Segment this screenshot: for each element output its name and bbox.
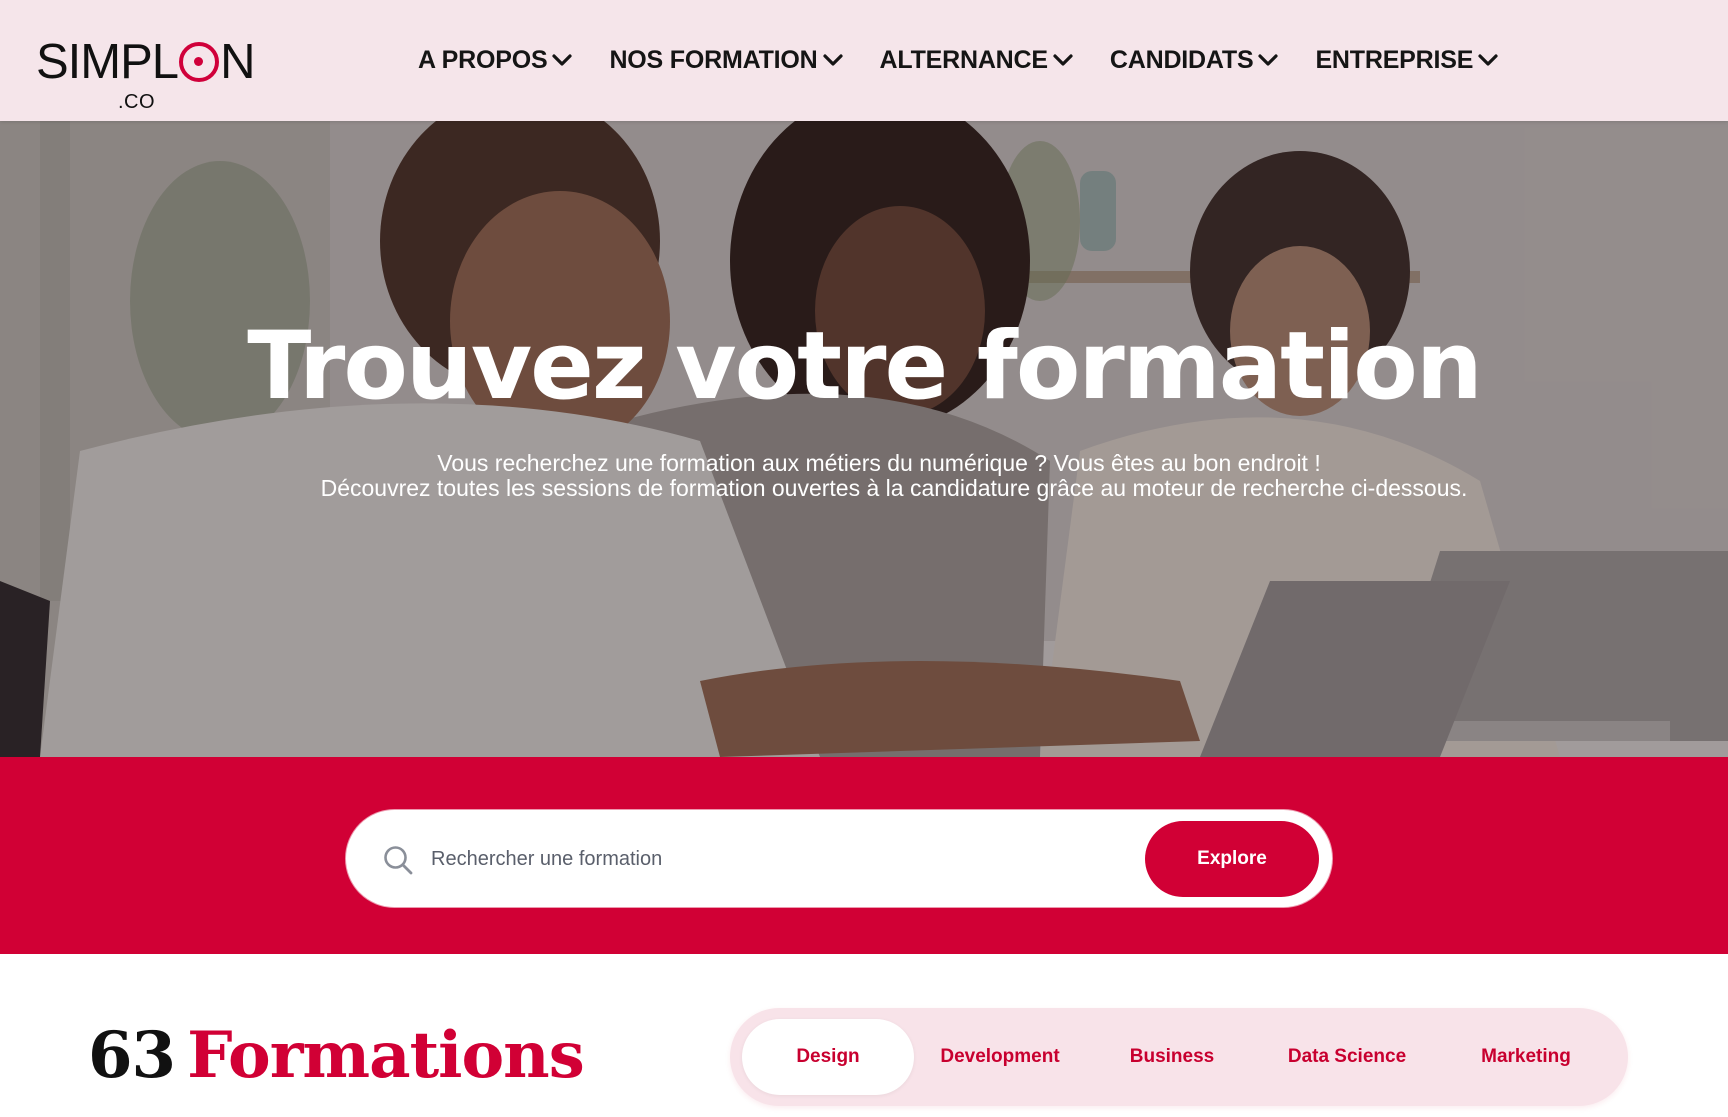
nav-item-alternance[interactable]: ALTERNANCE — [880, 46, 1074, 75]
logo-o-mark — [179, 42, 220, 82]
hero-subtitle-line-1: Vous recherchez une formation aux métier… — [437, 450, 1321, 476]
explore-button[interactable]: Explore — [1145, 821, 1319, 897]
tab-design[interactable]: Design — [742, 1019, 914, 1095]
search-input[interactable] — [431, 837, 1071, 881]
hero-subtitle-line-2: Découvrez toutes les sessions de formati… — [320, 475, 1468, 501]
tab-business[interactable]: Business — [1086, 1019, 1258, 1095]
nav-label: ENTREPRISE — [1315, 45, 1474, 74]
chevron-down-icon — [1053, 54, 1073, 66]
tab-marketing[interactable]: Marketing — [1436, 1019, 1616, 1095]
simplon-logo[interactable]: SIMPL N .CO — [36, 38, 255, 116]
nav-label: CANDIDATS — [1109, 45, 1254, 74]
nav-item-nos-formation[interactable]: NOS FORMATION — [609, 46, 843, 75]
logo-text-start: SIMPL — [36, 35, 179, 89]
chevron-down-icon — [1258, 54, 1279, 66]
search-bar: Explore — [346, 810, 1332, 907]
hero-title: Trouvez votre formation — [247, 312, 1483, 421]
chevron-down-icon — [1478, 54, 1498, 66]
chevron-down-icon — [822, 54, 843, 66]
nav-label: NOS FORMATION — [609, 45, 818, 74]
tab-data-science[interactable]: Data Science — [1258, 1019, 1436, 1095]
nav-label: ALTERNANCE — [879, 45, 1049, 74]
hero-section: Trouvez votre formation Vous recherchez … — [0, 121, 1728, 757]
results-count: 63 — [88, 1018, 176, 1093]
results-heading: 63 Formations — [88, 1018, 585, 1094]
main-nav: A PROPOS NOS FORMATION ALTERNANCE CANDID… — [418, 44, 1499, 76]
tab-development[interactable]: Development — [914, 1019, 1086, 1095]
logo-suffix: .CO — [118, 91, 156, 113]
search-icon — [384, 846, 413, 875]
nav-label: A PROPOS — [418, 45, 548, 74]
search-band: Explore — [0, 757, 1728, 954]
hero-overlay — [0, 121, 1728, 757]
nav-item-entreprise[interactable]: ENTREPRISE — [1315, 46, 1499, 75]
nav-item-candidats[interactable]: CANDIDATS — [1110, 46, 1280, 75]
nav-item-a-propos[interactable]: A PROPOS — [418, 46, 573, 75]
site-header: SIMPL N .CO A PROPOS NOS FORMATION ALTERN… — [0, 0, 1728, 121]
logo-text-end: N — [220, 35, 255, 89]
results-label: Formations — [187, 1018, 585, 1093]
category-tabs: Design Development Business Data Science… — [730, 1008, 1628, 1106]
logo-wordmark: SIMPL N — [36, 35, 255, 89]
chevron-down-icon — [552, 54, 573, 66]
